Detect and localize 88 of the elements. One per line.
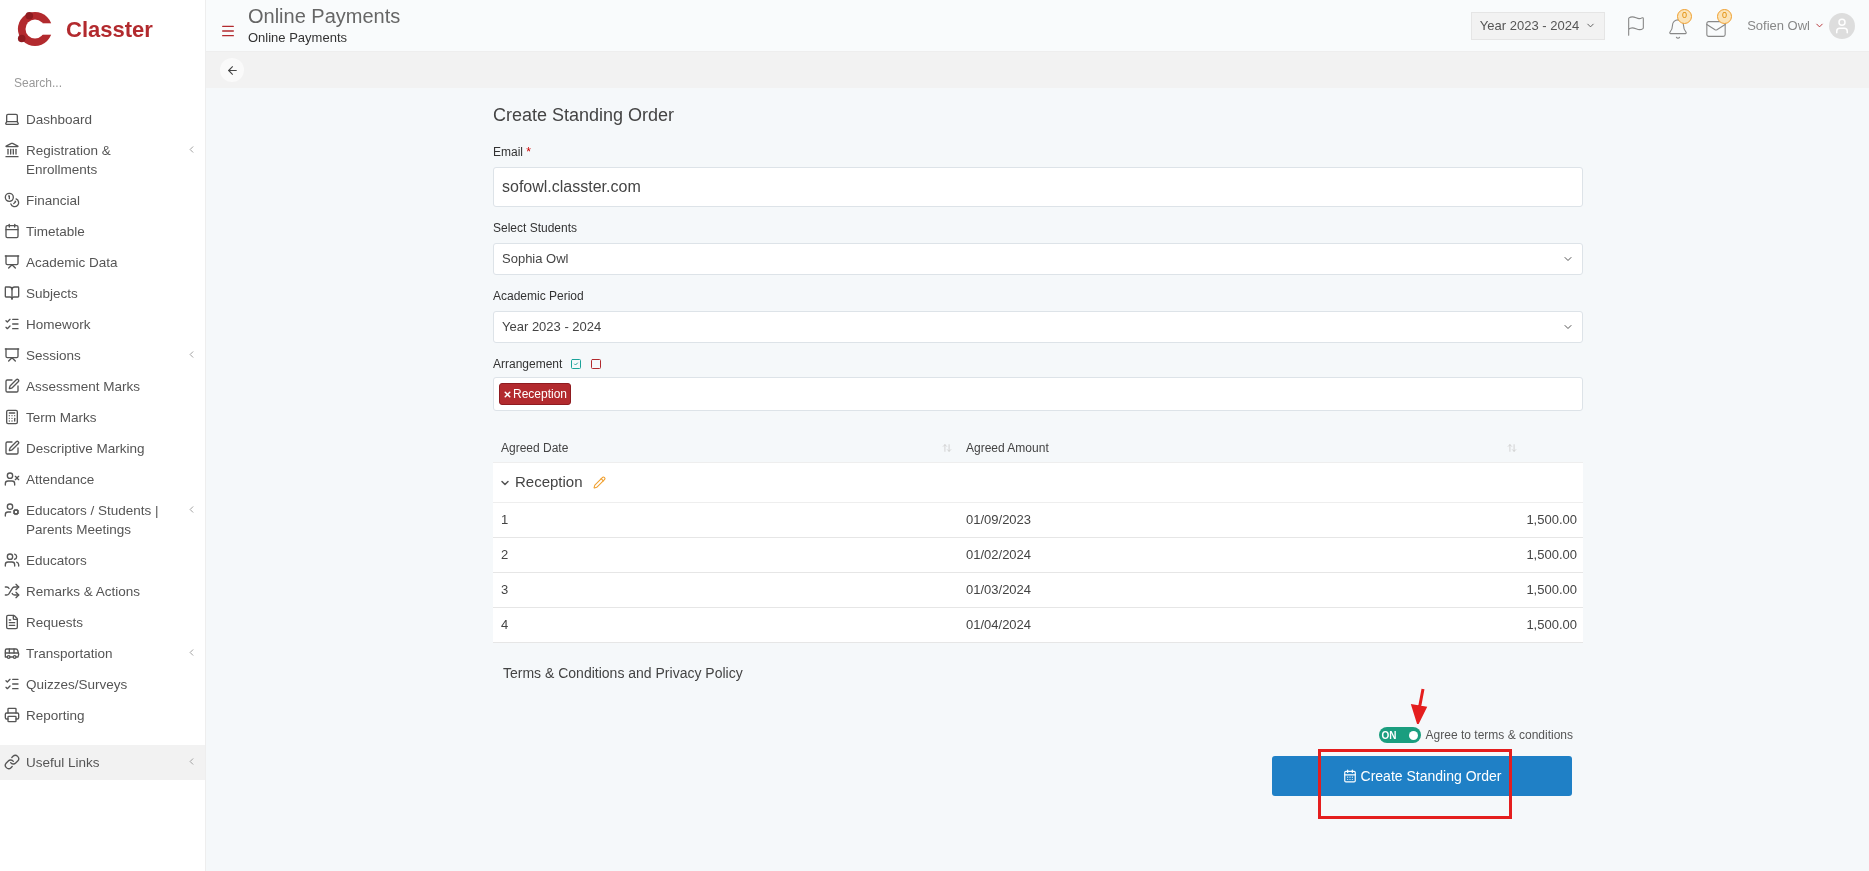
pencil-square-icon bbox=[4, 378, 20, 394]
create-standing-order-button[interactable]: Create Standing Order bbox=[1272, 756, 1572, 796]
field-label: Email * bbox=[493, 144, 533, 161]
breadcrumb: Online Payments bbox=[248, 28, 348, 47]
checklist-icon bbox=[4, 316, 20, 332]
select-field[interactable]: Sophia Owl bbox=[493, 243, 1583, 275]
sidebar-item[interactable]: Assessment Marks bbox=[0, 371, 205, 402]
group-row[interactable]: Reception bbox=[493, 463, 1583, 503]
table-cell-text: 01/04/2024 bbox=[965, 616, 1032, 635]
sidebar-item[interactable]: Educators / Students | Parents Meetings bbox=[0, 495, 205, 545]
sidebar-item[interactable]: Registration & Enrollments bbox=[0, 135, 205, 185]
sidebar-item[interactable]: Timetable bbox=[0, 216, 205, 247]
bell-icon[interactable] bbox=[1667, 17, 1690, 40]
sidebar-item[interactable]: Dashboard bbox=[0, 104, 205, 135]
coins-icon bbox=[4, 192, 20, 208]
select-field[interactable]: Year 2023 - 2024 bbox=[493, 311, 1583, 343]
pencil-icon[interactable] bbox=[592, 476, 606, 489]
logo-icon bbox=[16, 10, 54, 48]
column-header[interactable]: Agreed Amount bbox=[966, 438, 1507, 457]
sidebar-item[interactable]: Subjects bbox=[0, 278, 205, 309]
search-field[interactable]: Search... bbox=[14, 72, 191, 94]
notification-badge: 0 bbox=[1677, 8, 1693, 24]
bus-icon bbox=[4, 645, 20, 661]
sidebar-item[interactable]: Useful Links bbox=[0, 747, 205, 778]
sidebar-item[interactable]: Quizzes/Surveys bbox=[0, 669, 205, 700]
bank-icon bbox=[4, 142, 20, 158]
table-cell-text: 1,500.00 bbox=[1526, 616, 1578, 635]
link-icon bbox=[4, 754, 20, 770]
sidebar-item[interactable]: Academic Data bbox=[0, 247, 205, 278]
table-cell-text: 1,500.00 bbox=[1526, 581, 1578, 600]
table-cell-text: 01/02/2024 bbox=[965, 546, 1032, 565]
printer-icon bbox=[4, 707, 20, 723]
sidebar-item[interactable]: Reporting bbox=[0, 700, 205, 731]
field-label: Select Students bbox=[493, 220, 579, 237]
user-x-icon bbox=[4, 471, 20, 487]
year-dropdown[interactable]: Year 2023 - 2024 bbox=[1470, 11, 1606, 40]
table-cell-text: 2 bbox=[500, 546, 510, 565]
sidebar-item[interactable]: Requests bbox=[0, 607, 205, 638]
tag-chip[interactable]: Reception bbox=[499, 383, 572, 405]
user-gear-icon bbox=[4, 502, 20, 518]
table-cell-text: 1,500.00 bbox=[1526, 511, 1578, 530]
sidebar-item[interactable]: Educators bbox=[0, 545, 205, 576]
page-title: Online Payments bbox=[248, 3, 401, 28]
presentation-icon bbox=[4, 254, 20, 270]
sidebar-item[interactable]: Homework bbox=[0, 309, 205, 340]
field-label: Arrangement bbox=[493, 356, 563, 373]
sidebar-item[interactable]: Transportation bbox=[0, 638, 205, 669]
tag-input[interactable]: Reception bbox=[493, 377, 1583, 411]
back-icon bbox=[225, 63, 239, 77]
form-title: Create Standing Order bbox=[493, 104, 676, 127]
book-icon bbox=[4, 285, 20, 301]
email-field[interactable]: sofowl.classter.com bbox=[493, 167, 1583, 207]
group-label: Reception bbox=[515, 472, 583, 493]
table-cell-text: 1,500.00 bbox=[1526, 546, 1578, 565]
table-cell-text: 1 bbox=[500, 511, 510, 530]
users-icon bbox=[4, 552, 20, 568]
deselect-all-icon[interactable] bbox=[590, 358, 603, 370]
pencil-square-icon bbox=[4, 440, 20, 456]
user-silhouette-icon bbox=[1833, 16, 1851, 35]
sidebar-item[interactable]: Remarks & Actions bbox=[0, 576, 205, 607]
table-cell-text: 3 bbox=[500, 581, 510, 600]
sidebar-item[interactable]: Attendance bbox=[0, 464, 205, 495]
sidebar-item[interactable]: Sessions bbox=[0, 340, 205, 371]
calendar-icon bbox=[4, 223, 20, 239]
table-cell-text: 01/03/2024 bbox=[965, 581, 1032, 600]
remove-icon[interactable] bbox=[503, 389, 512, 399]
field-label: Academic Period bbox=[493, 288, 585, 305]
brand-name: Classter bbox=[66, 15, 153, 44]
sidebar-item[interactable]: Descriptive Marking bbox=[0, 433, 205, 464]
calendar-icon bbox=[1342, 769, 1357, 783]
user-menu[interactable]: Sofien Owl bbox=[1747, 15, 1825, 36]
annotation-arrow bbox=[1410, 688, 1430, 724]
laptop-icon bbox=[4, 111, 20, 127]
back-button[interactable] bbox=[220, 58, 244, 82]
checklist-icon bbox=[4, 676, 20, 692]
shuffle-icon bbox=[4, 583, 20, 599]
sidebar-item[interactable]: Financial bbox=[0, 185, 205, 216]
document-icon bbox=[4, 614, 20, 630]
message-badge: 0 bbox=[1717, 8, 1733, 24]
table-cell-text: 01/09/2023 bbox=[965, 511, 1032, 530]
calculator-icon bbox=[4, 409, 20, 425]
column-header[interactable]: Agreed Date bbox=[501, 438, 942, 457]
presentation-icon bbox=[4, 347, 20, 363]
table-cell-text: 4 bbox=[500, 616, 510, 635]
sidebar-item[interactable]: Term Marks bbox=[0, 402, 205, 433]
select-all-icon[interactable] bbox=[570, 358, 583, 370]
toggle-label: Agree to terms & conditions bbox=[1425, 727, 1573, 744]
terms-heading: Terms & Conditions and Privacy Policy bbox=[503, 664, 743, 683]
